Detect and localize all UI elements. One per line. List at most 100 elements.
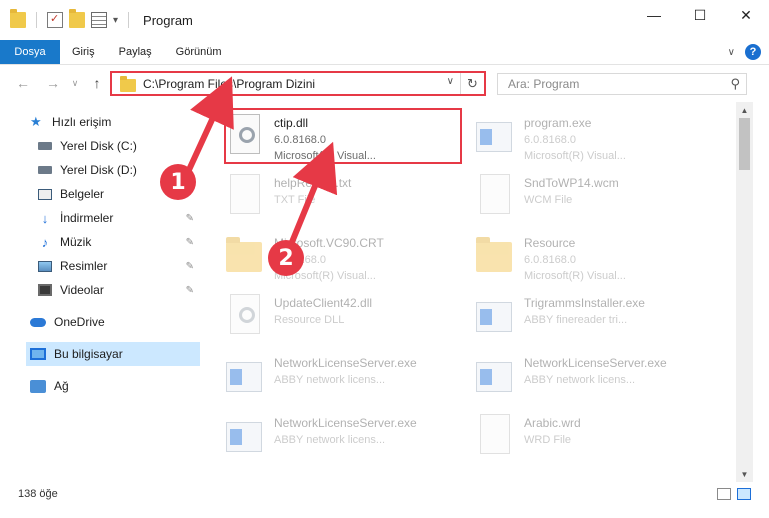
sidebar-item-downloads[interactable]: ↓ İndirmeler ✎ (38, 206, 200, 230)
sidebar-item-local-disk-c[interactable]: Yerel Disk (C:) (38, 134, 200, 158)
download-icon: ↓ (41, 210, 49, 226)
file-name: NetworkLicenseServer.exe (274, 356, 417, 370)
sidebar-item-label: OneDrive (54, 315, 105, 329)
new-folder-icon[interactable] (69, 9, 85, 28)
file-name: Arabic.wrd (524, 416, 581, 430)
pin-icon[interactable]: ✎ (186, 237, 194, 248)
address-bar[interactable]: C:\Program Files\Program Dizini ∨ ↻ (110, 71, 486, 96)
ribbon-right-controls: ∨ ? (728, 44, 761, 60)
navigation-bar: ← → ∨ ↑ C:\Program Files\Program Dizini … (0, 65, 769, 102)
callout-badge-2: 2 (268, 240, 304, 276)
window-controls: — ☐ ✕ (631, 0, 769, 30)
chevron-down-icon[interactable]: ▾ (113, 15, 118, 26)
file-item-helpreader-txt[interactable]: helpReader.txt TXT File (226, 168, 462, 224)
dll-icon (226, 294, 266, 338)
sidebar-item-onedrive[interactable]: OneDrive (30, 310, 200, 334)
file-item-microsoft-vc90-crt[interactable]: Microsoft.VC90.CRT 6.0.8168.0 Microsoft(… (226, 228, 462, 284)
recent-chevron-icon[interactable]: ∨ (66, 78, 84, 89)
file-version: 6.0.8168.0 (524, 254, 576, 266)
pin-icon[interactable]: ✎ (186, 213, 194, 224)
vertical-scrollbar[interactable]: ▲ ▼ (736, 102, 753, 482)
file-item-resource[interactable]: Resource 6.0.8168.0 Microsoft(R) Visual.… (476, 228, 712, 284)
file-item-networklicenseserver-exe[interactable]: NetworkLicenseServer.exe ABBY network li… (226, 348, 462, 404)
highlight-box (224, 108, 462, 164)
documents-icon (38, 188, 52, 200)
file-item-program-exe[interactable]: program.exe 6.0.8168.0 Microsoft(R) Visu… (476, 108, 712, 164)
file-name: SndToWP14.wcm (524, 176, 619, 190)
scroll-up-icon[interactable]: ▲ (736, 102, 753, 118)
sidebar-item-quick-access[interactable]: ★ Hızlı erişim (30, 110, 200, 134)
sidebar-item-pictures[interactable]: Resimler ✎ (38, 254, 200, 278)
exe-icon (476, 294, 516, 338)
tab-home[interactable]: Giriş (60, 40, 107, 64)
file-description: ABBY network licens... (274, 434, 386, 446)
video-icon (38, 284, 52, 296)
minimize-button[interactable]: — (631, 0, 677, 30)
file-name: UpdateClient42.dll (274, 296, 373, 310)
folder-icon (226, 234, 266, 278)
toolbar-divider (128, 12, 130, 28)
search-icon[interactable]: ⚲ (730, 76, 740, 92)
file-name: Resource (524, 236, 576, 250)
exe-icon (476, 354, 516, 398)
forward-arrow-icon[interactable]: → (44, 75, 62, 91)
file-item-networklicenseserver-exe[interactable]: NetworkLicenseServer.exe ABBY network li… (226, 408, 462, 464)
scroll-down-icon[interactable]: ▼ (736, 466, 753, 482)
sidebar-item-music[interactable]: ♪ Müzik ✎ (38, 230, 200, 254)
file-icon (476, 174, 516, 218)
file-item-updateclient42-dll[interactable]: UpdateClient42.dll Resource DLL (226, 288, 462, 344)
tab-file[interactable]: Dosya (0, 40, 60, 64)
search-input[interactable]: Ara: Program ⚲ (497, 73, 747, 95)
exe-icon (476, 114, 516, 158)
pictures-icon (38, 260, 52, 272)
file-description: ABBY finereader tri... (524, 314, 628, 326)
sidebar-item-label: Yerel Disk (C:) (60, 139, 137, 153)
callout-badge-1: 1 (160, 164, 196, 200)
pin-icon[interactable]: ✎ (186, 285, 194, 296)
file-description: Microsoft(R) Visual... (524, 150, 626, 162)
sidebar-item-label: Belgeler (60, 187, 105, 201)
tiles-view-icon[interactable] (737, 488, 751, 500)
sidebar-item-label: Videolar (60, 283, 104, 297)
drive-icon (38, 142, 52, 150)
up-arrow-icon[interactable]: ↑ (88, 75, 106, 91)
sidebar-item-label: Hızlı erişim (52, 115, 112, 129)
back-arrow-icon[interactable]: ← (14, 75, 32, 91)
search-placeholder: Ara: Program (508, 77, 580, 91)
sidebar-item-videos[interactable]: Videolar ✎ (38, 278, 200, 302)
sidebar-item-label: Müzik (60, 235, 92, 249)
customize-icon[interactable] (91, 12, 107, 28)
star-icon: ★ (30, 114, 42, 129)
scrollbar-thumb[interactable] (739, 118, 750, 170)
details-view-icon[interactable] (717, 488, 731, 500)
cloud-icon (30, 317, 46, 327)
address-path[interactable]: C:\Program Files\Program Dizini (143, 77, 315, 91)
file-type: WRD File (524, 434, 572, 446)
sidebar-item-network[interactable]: Ağ (30, 374, 200, 398)
exe-icon (226, 414, 266, 458)
file-description: ABBY network licens... (524, 374, 636, 386)
file-item-arabic-wrd[interactable]: Arabic.wrd WRD File (476, 408, 712, 464)
properties-icon[interactable] (47, 12, 63, 28)
address-dropdown-icon[interactable]: ∨ (447, 76, 454, 87)
refresh-icon[interactable]: ↻ (460, 73, 484, 94)
title-bar: ▾ Program — ☐ ✕ (0, 0, 769, 40)
close-button[interactable]: ✕ (723, 0, 769, 30)
music-icon: ♪ (41, 234, 49, 250)
window-title: Program (143, 12, 193, 28)
drive-icon (38, 166, 52, 174)
ribbon-tabs: Dosya Giriş Paylaş Görünüm ∨ ? (0, 40, 769, 65)
tab-view[interactable]: Görünüm (164, 40, 234, 64)
file-item-sndtowp14-wcm[interactable]: SndToWP14.wcm WCM File (476, 168, 712, 224)
sidebar-item-this-pc[interactable]: Bu bilgisayar (26, 342, 200, 366)
tab-share[interactable]: Paylaş (107, 40, 164, 64)
expand-ribbon-icon[interactable]: ∨ (728, 47, 735, 58)
computer-icon (30, 348, 46, 360)
maximize-button[interactable]: ☐ (677, 0, 723, 30)
status-bar: 138 öğe (0, 482, 769, 506)
network-icon (30, 379, 46, 393)
file-item-networklicenseserver-exe[interactable]: NetworkLicenseServer.exe ABBY network li… (476, 348, 712, 404)
pin-icon[interactable]: ✎ (186, 261, 194, 272)
file-item-trigrammsinstaller-exe[interactable]: TrigrammsInstaller.exe ABBY finereader t… (476, 288, 712, 344)
help-icon[interactable]: ? (745, 44, 761, 60)
